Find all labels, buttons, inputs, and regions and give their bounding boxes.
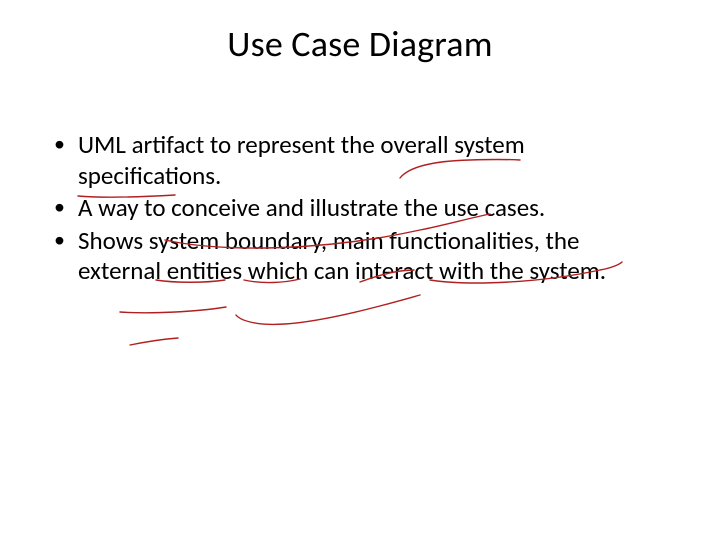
bullet-item: Shows system boundary, main functionalit… xyxy=(52,226,660,287)
slide-body: UML artifact to represent the overall sy… xyxy=(52,130,660,289)
underline-mark xyxy=(120,307,226,313)
bullet-list: UML artifact to represent the overall sy… xyxy=(52,130,660,287)
underline-mark xyxy=(236,295,420,324)
bullet-item: A way to conceive and illustrate the use… xyxy=(52,193,660,224)
slide-title: Use Case Diagram xyxy=(0,22,720,66)
slide: Use Case Diagram UML artifact to represe… xyxy=(0,0,720,540)
bullet-item: UML artifact to represent the overall sy… xyxy=(52,130,660,191)
underline-mark xyxy=(130,338,178,345)
